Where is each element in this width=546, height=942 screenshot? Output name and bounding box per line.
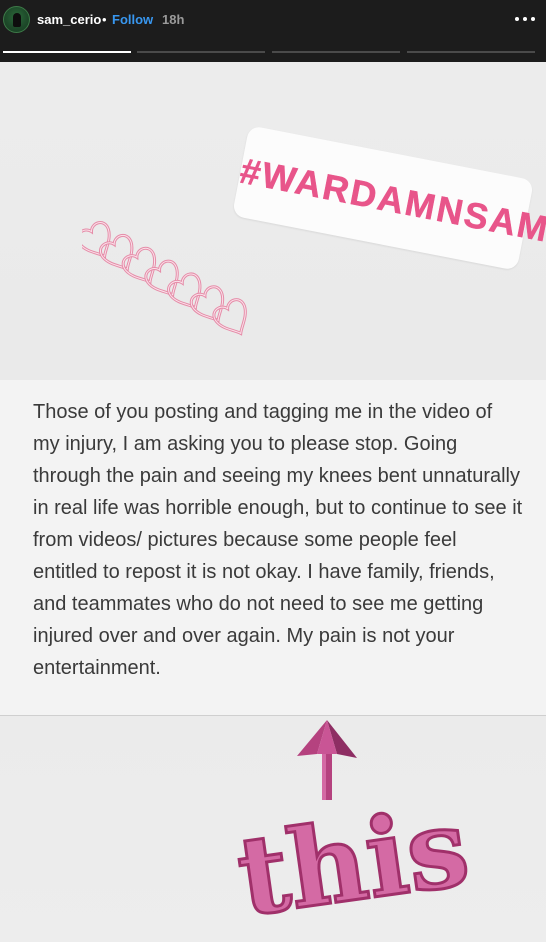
- progress-segment-fill: [3, 51, 131, 53]
- progress-segment-1: [3, 51, 131, 53]
- this-sticker: this: [229, 782, 480, 942]
- story-body-text: Those of you posting and tagging me in t…: [33, 401, 523, 679]
- progress-segment-4: [407, 51, 535, 53]
- timestamp: 18h: [162, 12, 185, 27]
- progress-segment-3: [272, 51, 400, 53]
- progress-segment-2: [137, 51, 265, 53]
- this-sticker-text: this: [230, 784, 476, 922]
- avatar[interactable]: [3, 6, 30, 33]
- follow-button[interactable]: Follow: [112, 12, 153, 27]
- story-header: sam_cerio • Follow 18h: [0, 0, 546, 62]
- username[interactable]: sam_cerio: [37, 12, 101, 27]
- more-options-icon[interactable]: [510, 6, 540, 32]
- separator-dot: •: [102, 12, 107, 27]
